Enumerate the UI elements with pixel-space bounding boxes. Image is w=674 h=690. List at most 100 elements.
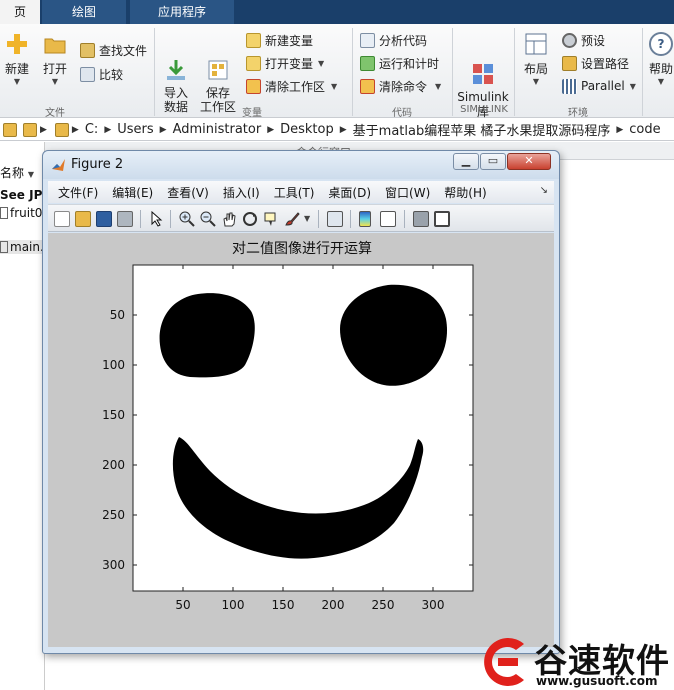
- up-folder-icon[interactable]: [3, 122, 17, 137]
- menu-file[interactable]: 文件(F): [58, 184, 98, 201]
- axes-title: 对二值图像进行开运算: [232, 241, 372, 257]
- menu-insert[interactable]: 插入(I): [223, 184, 260, 201]
- toolstrip-tabs: 页 绘图 应用程序: [0, 0, 674, 24]
- compare-button[interactable]: 比较: [80, 64, 123, 84]
- toolbar-separator: [140, 210, 141, 228]
- new-figure-icon[interactable]: [54, 211, 70, 227]
- maximize-button[interactable]: ▭: [480, 153, 506, 170]
- minimize-button[interactable]: ▁: [453, 153, 479, 170]
- save-icon[interactable]: [96, 211, 112, 227]
- analyze-code-icon: [360, 32, 375, 48]
- analyze-code-label: 分析代码: [379, 33, 428, 48]
- menu-tools[interactable]: 工具(T): [274, 184, 315, 201]
- layout-button[interactable]: 布局 ▼: [520, 32, 552, 86]
- browse-folder-icon[interactable]: [23, 122, 37, 137]
- breadcrumb-project[interactable]: 基于matlab编程苹果 橘子水果提取源码程序: [353, 120, 611, 139]
- toolbar-separator: [350, 210, 351, 228]
- set-path-icon: [562, 55, 577, 71]
- breadcrumb-users[interactable]: Users: [117, 122, 153, 137]
- clear-workspace-icon: [246, 78, 261, 94]
- pan-hand-icon[interactable]: [221, 211, 237, 227]
- command-window-area[interactable]: [560, 160, 674, 640]
- edit-plot-arrow-icon[interactable]: [149, 210, 165, 227]
- new-variable-button[interactable]: 新建变量: [246, 30, 313, 50]
- print-icon[interactable]: [117, 211, 133, 227]
- section-variable-label: 变量: [242, 108, 262, 119]
- open-variable-icon: [246, 55, 261, 71]
- x-tick-label: 300: [422, 598, 445, 612]
- simulink-icon: [471, 47, 495, 84]
- breadcrumb-code[interactable]: code: [629, 122, 660, 137]
- clear-commands-button[interactable]: 清除命令 ▼: [360, 76, 441, 96]
- open-file-icon[interactable]: [75, 211, 91, 227]
- import-icon: [164, 44, 188, 80]
- rotate-3d-icon[interactable]: [242, 211, 258, 227]
- dock-arrow-icon[interactable]: ↘: [540, 185, 548, 196]
- chevron-down-icon: ▼: [629, 81, 636, 91]
- chevron-down-icon: ▼: [532, 77, 540, 86]
- menu-view[interactable]: 查看(V): [167, 184, 209, 201]
- figure-titlebar[interactable]: Figure 2 ▁ ▭ ✕: [43, 151, 559, 179]
- current-folder-panel: 名称 ▼ See JPI fruit0 main.: [0, 142, 47, 690]
- chevron-right-icon: ▶: [267, 124, 275, 135]
- open-label: 打开: [42, 62, 67, 76]
- open-button[interactable]: 打开 ▼: [40, 32, 70, 86]
- figure-title: Figure 2: [71, 157, 124, 172]
- breadcrumb-drive[interactable]: C:: [85, 122, 98, 137]
- figure-menubar: 文件(F) 编辑(E) 查看(V) 插入(I) 工具(T) 桌面(D) 窗口(W…: [48, 181, 554, 203]
- x-tick-label: 150: [272, 598, 295, 612]
- brush-icon[interactable]: [284, 211, 300, 227]
- menu-edit[interactable]: 编辑(E): [112, 184, 153, 201]
- layout-label: 布局: [523, 62, 548, 76]
- save-workspace-icon: [206, 44, 230, 80]
- chevron-right-icon: ▶: [40, 124, 47, 135]
- zoom-out-icon[interactable]: [200, 211, 216, 227]
- open-variable-button[interactable]: 打开变量 ▼: [246, 53, 324, 73]
- breadcrumb-desktop[interactable]: Desktop: [280, 122, 334, 137]
- file-item-see[interactable]: See JPI: [0, 188, 47, 202]
- tab-apps[interactable]: 应用程序: [130, 0, 234, 24]
- y-tick-label: 150: [102, 408, 125, 422]
- breadcrumb-administrator[interactable]: Administrator: [173, 122, 262, 137]
- hide-plot-tools-icon[interactable]: [413, 211, 429, 227]
- tab-home[interactable]: 页: [0, 0, 40, 24]
- clear-workspace-button[interactable]: 清除工作区 ▼: [246, 76, 337, 96]
- preferences-button[interactable]: 预设: [562, 30, 605, 50]
- analyze-code-button[interactable]: 分析代码: [360, 30, 427, 50]
- new-button[interactable]: 新建 ▼: [2, 32, 32, 86]
- find-files-button[interactable]: 查找文件: [80, 40, 147, 60]
- compare-label: 比较: [99, 67, 124, 82]
- legend-icon[interactable]: [380, 211, 396, 227]
- y-tick-label: 250: [102, 508, 125, 522]
- help-button[interactable]: ? 帮助 ▼: [648, 32, 674, 86]
- figure-canvas: 对二值图像进行开运算 50 100 150 200 250 300 50 100 150 200…: [48, 233, 554, 647]
- chevron-right-icon: ▶: [104, 124, 112, 135]
- y-tick-label: 300: [102, 558, 125, 572]
- set-path-button[interactable]: 设置路径: [562, 53, 629, 73]
- colorbar-icon[interactable]: [359, 211, 371, 227]
- file-icon: [0, 241, 8, 253]
- menu-window[interactable]: 窗口(W): [385, 184, 430, 201]
- tab-plots[interactable]: 绘图: [42, 0, 126, 24]
- set-path-label: 设置路径: [581, 56, 630, 71]
- menu-desktop[interactable]: 桌面(D): [328, 184, 371, 201]
- chevron-down-icon[interactable]: ▼: [304, 214, 310, 223]
- import-data-button[interactable]: 导入 数据: [160, 30, 192, 128]
- file-item-main[interactable]: main.: [0, 240, 44, 254]
- menu-help[interactable]: 帮助(H): [444, 184, 486, 201]
- data-cursor-icon[interactable]: [263, 211, 279, 227]
- link-plot-icon[interactable]: [327, 211, 343, 227]
- gear-icon: [562, 32, 577, 48]
- file-item-fruit[interactable]: fruit0: [0, 206, 42, 220]
- show-plot-tools-icon[interactable]: [434, 211, 450, 227]
- sort-down-icon: ▼: [27, 170, 34, 179]
- run-and-time-button[interactable]: 运行和计时: [360, 53, 439, 73]
- close-button[interactable]: ✕: [507, 153, 551, 170]
- run-time-icon: [360, 55, 375, 71]
- zoom-in-icon[interactable]: [179, 211, 195, 227]
- chevron-right-icon: ▶: [616, 124, 624, 135]
- open-folder-icon: [43, 32, 67, 56]
- section-divider: [452, 28, 453, 116]
- name-column-header[interactable]: 名称 ▼: [0, 164, 34, 181]
- parallel-button[interactable]: Parallel ▼: [562, 76, 636, 96]
